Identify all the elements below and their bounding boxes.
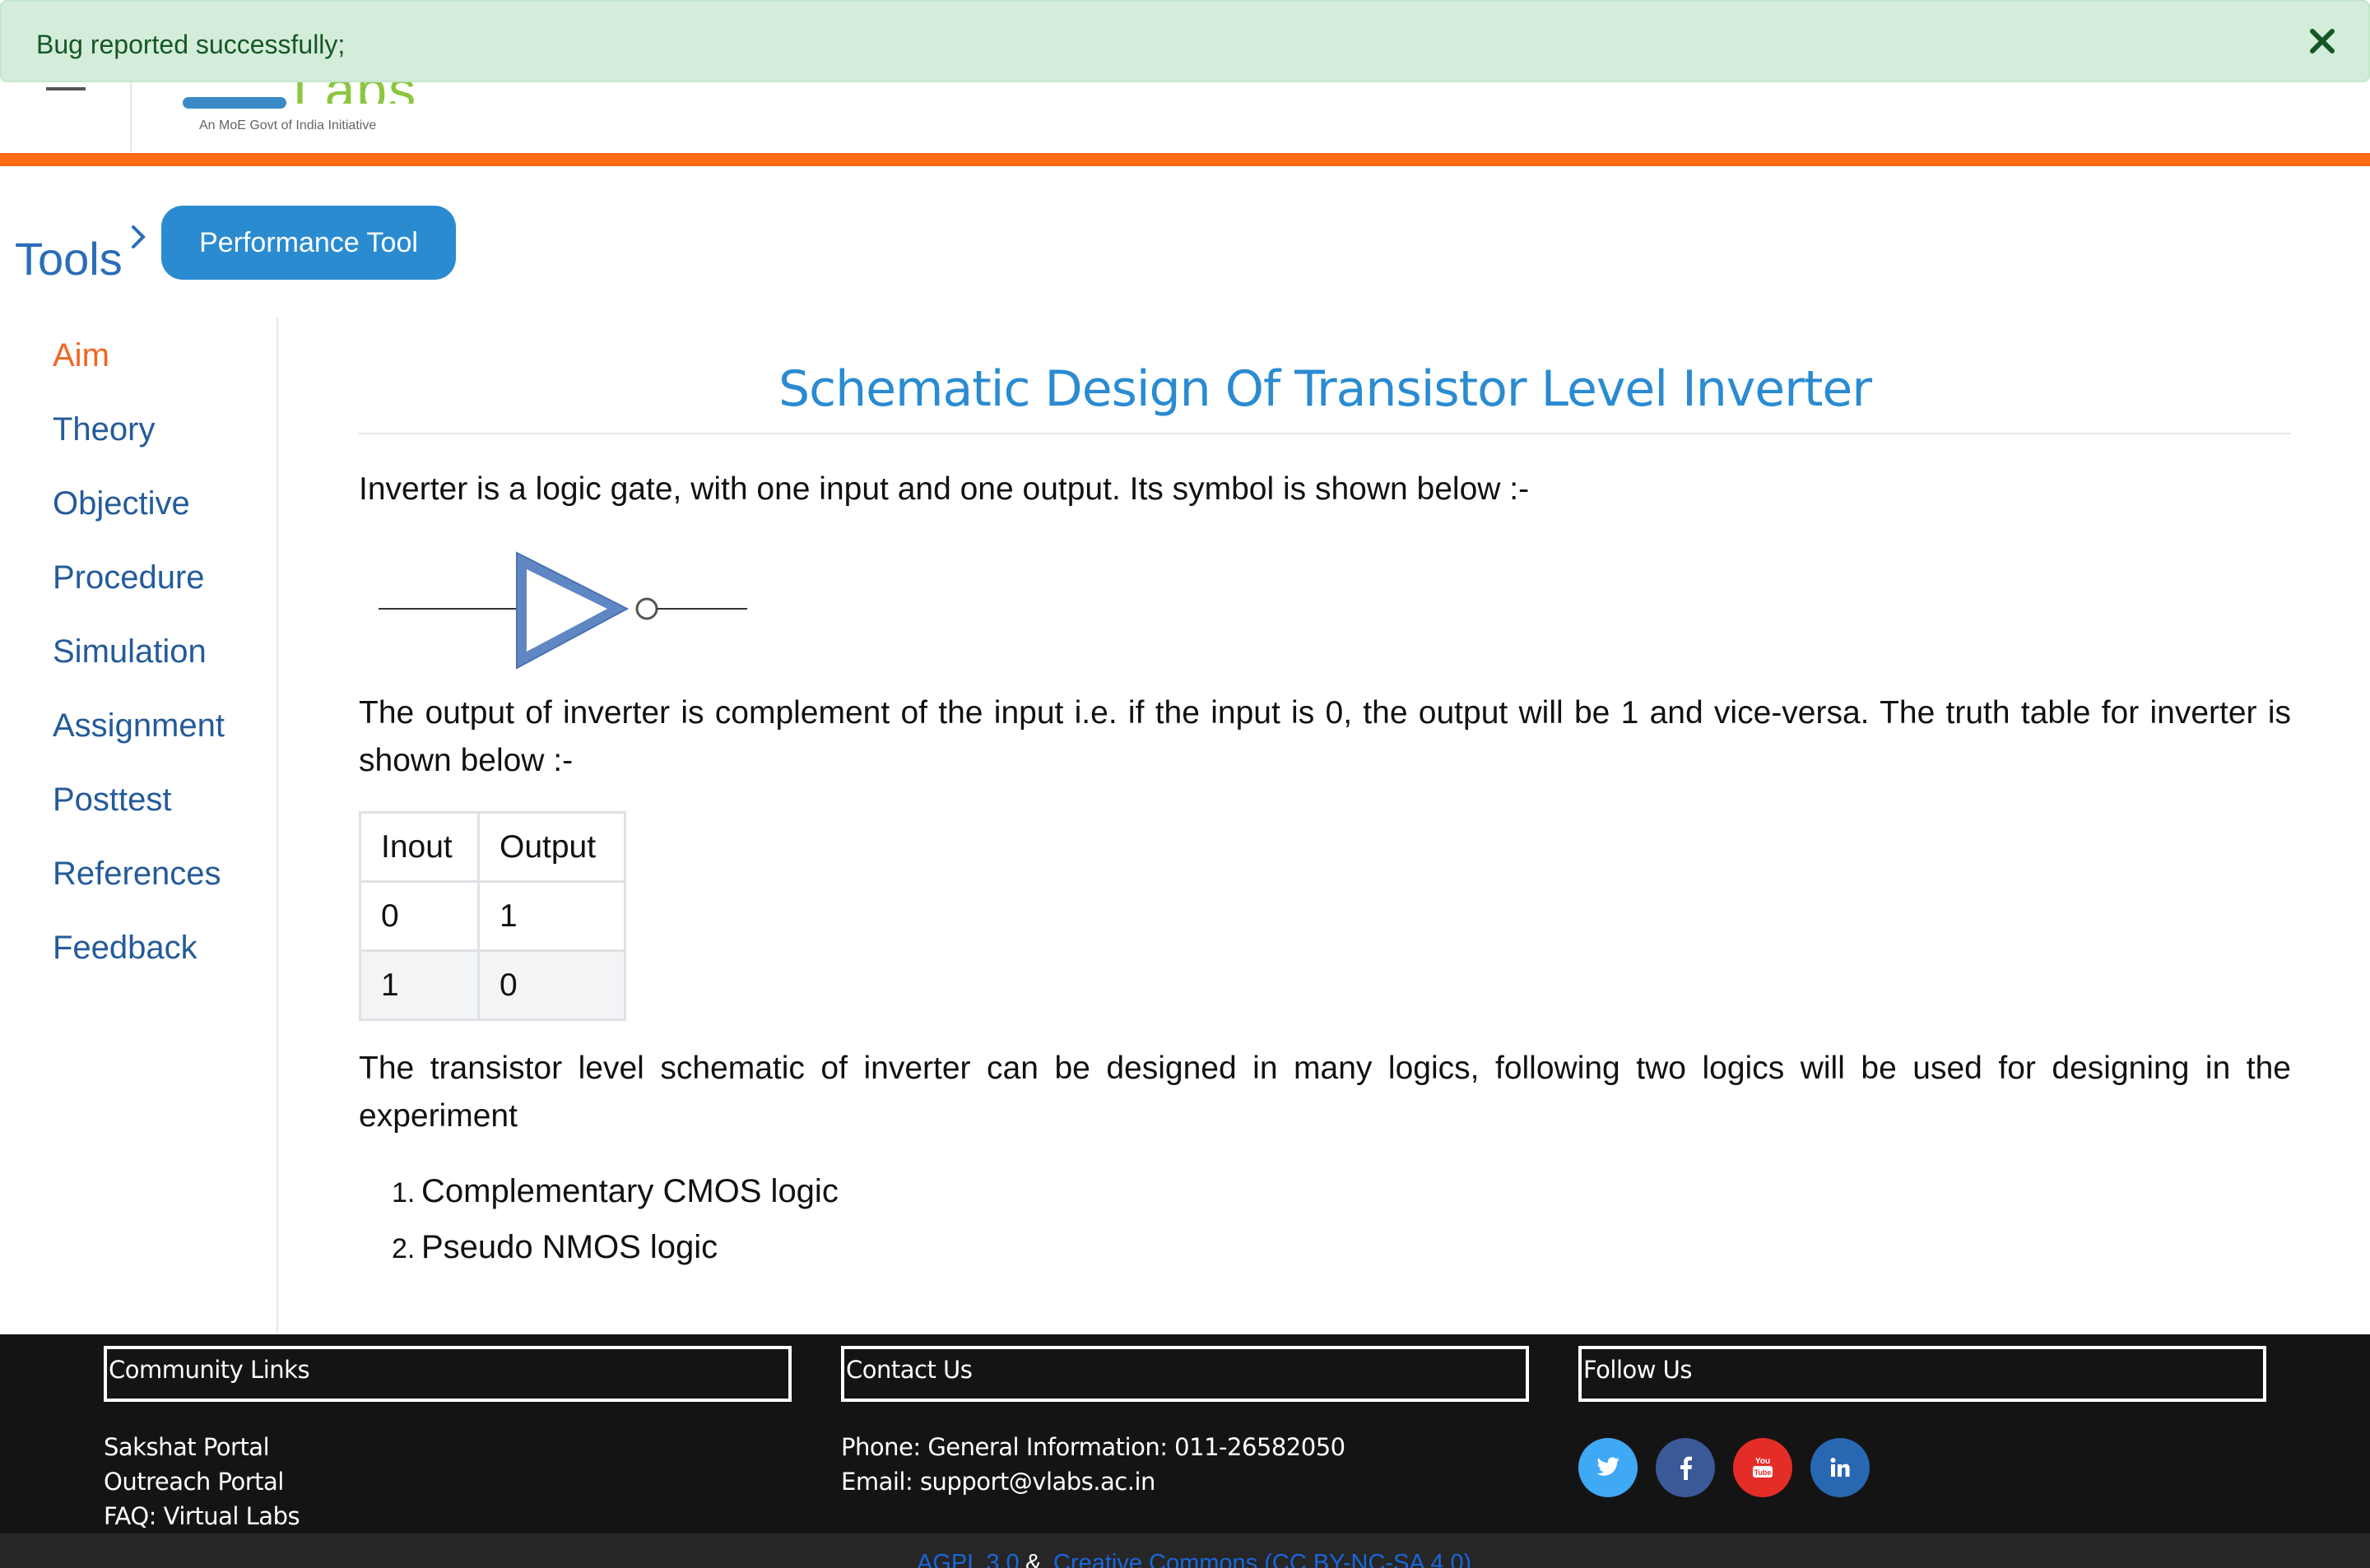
svg-text:Tube: Tube <box>1754 1468 1772 1477</box>
logic-list: 1. Complementary CMOS logic 2. Pseudo NMOS… <box>392 1163 839 1275</box>
outreach-portal-link[interactable]: Outreach Portal <box>104 1468 284 1496</box>
sidebar-item-references[interactable]: References <box>53 856 221 893</box>
alert-message: Bug reported successfully; <box>36 30 346 59</box>
sidebar-item-aim[interactable]: Aim <box>53 337 109 374</box>
schematic-paragraph: The transistor level schematic of invert… <box>359 1051 2291 1134</box>
community-links-heading: Community Links <box>104 1346 792 1402</box>
sidebar-item-assignment[interactable]: Assignment <box>53 707 225 745</box>
sidebar-item-theory[interactable]: Theory <box>53 411 156 448</box>
page-title: Schematic Design Of Transistor Level Inv… <box>778 360 1872 418</box>
table-cell: 1 <box>359 949 480 1021</box>
table-cell: 0 <box>477 949 626 1021</box>
creative-commons-link[interactable]: Creative Commons (CC BY-NC-SA 4.0) <box>1053 1550 1471 1568</box>
contact-phone: Phone: General Information: 011-26582050 <box>841 1433 1345 1461</box>
table-row: 1 0 <box>359 949 626 1021</box>
truth-table-intro: The output of inverter is complement of … <box>359 695 2291 778</box>
logo-mark <box>183 97 286 109</box>
hamburger-icon[interactable] <box>46 87 86 90</box>
logo-tagline: An MoE Govt of India Initiative <box>199 118 377 132</box>
title-divider <box>359 433 2291 434</box>
sidebar-item-procedure[interactable]: Procedure <box>53 559 205 596</box>
sidebar-item-objective[interactable]: Objective <box>53 485 190 522</box>
performance-tool-button[interactable]: Performance Tool <box>161 206 456 280</box>
header-accent-bar <box>0 153 2370 166</box>
sidebar-item-simulation[interactable]: Simulation <box>53 633 207 670</box>
sidebar-item-posttest[interactable]: Posttest <box>53 782 172 819</box>
youtube-icon[interactable]: You Tube <box>1733 1438 1792 1497</box>
table-header-output: Output <box>477 811 626 883</box>
agpl-license-link[interactable]: AGPL 3.0 <box>917 1550 1020 1568</box>
contact-us-heading: Contact Us <box>841 1346 1529 1402</box>
follow-us-heading: Follow Us <box>1578 1346 2266 1402</box>
table-cell: 1 <box>477 880 626 952</box>
faq-link[interactable]: FAQ: Virtual Labs <box>104 1502 300 1530</box>
list-item: 2. Pseudo NMOS logic <box>392 1229 718 1265</box>
intro-paragraph: Inverter is a logic gate, with one input… <box>359 471 1530 507</box>
success-alert: Bug reported successfully; <box>0 0 2370 82</box>
sidebar-item-feedback[interactable]: Feedback <box>53 930 198 967</box>
truth-table: Inout Output 0 1 1 0 <box>359 811 626 1021</box>
table-row: 0 1 <box>359 880 626 952</box>
table-cell: 0 <box>359 880 480 952</box>
table-header-input: Inout <box>359 811 480 883</box>
list-item: 1. Complementary CMOS logic <box>392 1173 839 1209</box>
site-footer: Community Links Contact Us Follow Us Sak… <box>0 1334 2370 1568</box>
chevron-right-icon <box>128 222 150 252</box>
experiment-sidebar: Aim Theory Objective Procedure Simulatio… <box>0 318 278 1334</box>
twitter-icon[interactable] <box>1578 1438 1638 1497</box>
facebook-icon[interactable] <box>1656 1438 1715 1497</box>
close-icon[interactable] <box>2306 25 2339 58</box>
breadcrumb-tools[interactable]: Tools <box>15 232 123 285</box>
svg-text:You: You <box>1755 1457 1770 1466</box>
sakshat-portal-link[interactable]: Sakshat Portal <box>104 1433 270 1461</box>
inverter-symbol-image <box>375 545 754 684</box>
license-ampersand: & <box>1025 1550 1042 1568</box>
linkedin-icon[interactable] <box>1810 1438 1870 1497</box>
contact-email[interactable]: Email: support@vlabs.ac.in <box>841 1468 1155 1496</box>
